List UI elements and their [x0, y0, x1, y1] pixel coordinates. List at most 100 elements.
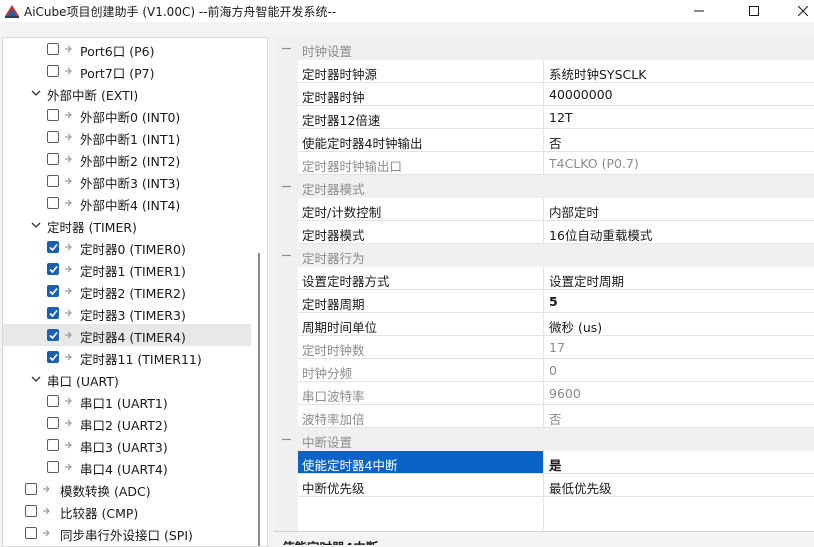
- property-category[interactable]: 定时器行为: [274, 244, 814, 267]
- property-category[interactable]: 中断设置: [274, 428, 814, 451]
- maximize-button[interactable]: [731, 0, 777, 22]
- tree-item[interactable]: 模数转换 (ADC): [3, 478, 251, 500]
- checkbox[interactable]: [47, 439, 59, 451]
- tree-item[interactable]: 外部中断2 (INT2): [3, 148, 251, 170]
- arrow-right-icon: [43, 485, 50, 493]
- checkbox[interactable]: [47, 395, 59, 407]
- property-value[interactable]: 最低优先级: [549, 478, 612, 497]
- property-category[interactable]: 定时器模式: [274, 175, 814, 198]
- checkbox[interactable]: [47, 197, 59, 209]
- tree-item[interactable]: 外部中断3 (INT3): [3, 170, 251, 192]
- property-value[interactable]: 12T: [549, 110, 573, 125]
- checkbox[interactable]: [47, 461, 59, 473]
- tree-scrollbar[interactable]: [258, 253, 260, 546]
- property-row[interactable]: 定时器时钟源 系统时钟SYSCLK: [298, 60, 814, 83]
- checkbox[interactable]: [47, 417, 59, 429]
- check-icon: [49, 331, 58, 340]
- checkbox[interactable]: [47, 131, 59, 143]
- property-value[interactable]: 40000000: [549, 87, 613, 102]
- tree-item-label: 定时器0 (TIMER0): [80, 242, 186, 257]
- property-row[interactable]: 定时器时钟 40000000: [298, 83, 814, 106]
- tree-item[interactable]: 定时器1 (TIMER1): [3, 258, 251, 280]
- property-category[interactable]: 时钟设置: [274, 37, 814, 60]
- window-title: AiCube项目创建助手 (V1.00C) --前海方舟智能开发系统--: [24, 5, 337, 19]
- property-row[interactable]: 定时器周期 5: [298, 290, 814, 313]
- arrow-right-icon: [65, 353, 72, 361]
- property-value[interactable]: 5: [549, 294, 558, 309]
- checkbox[interactable]: [47, 43, 59, 55]
- checkbox[interactable]: [47, 153, 59, 165]
- property-value[interactable]: 内部定时: [549, 202, 599, 221]
- tree-item[interactable]: 串口2 (UART2): [3, 412, 251, 434]
- property-value[interactable]: 系统时钟SYSCLK: [549, 64, 646, 83]
- close-button[interactable]: [780, 0, 814, 22]
- collapse-icon[interactable]: [282, 251, 291, 260]
- property-name: 定时器周期: [302, 297, 365, 312]
- grid-gutter: [274, 37, 298, 532]
- property-grid[interactable]: 时钟设置 定时器时钟源 系统时钟SYSCLK 定时器时钟 40000000 定时器12倍速…: [274, 37, 814, 532]
- collapse-icon[interactable]: [282, 435, 291, 444]
- property-value[interactable]: 设置定时周期: [549, 271, 624, 290]
- tree-item[interactable]: 串口1 (UART1): [3, 390, 251, 412]
- tree-item-label: 定时器3 (TIMER3): [80, 308, 186, 323]
- property-row[interactable]: 定时/计数控制 内部定时: [298, 198, 814, 221]
- property-value[interactable]: 是: [549, 455, 562, 474]
- property-value[interactable]: 否: [549, 133, 562, 152]
- property-value[interactable]: 16位自动重载模式: [549, 225, 652, 244]
- checkbox[interactable]: [25, 527, 37, 539]
- property-row[interactable]: 使能定时器4时钟输出 否: [298, 129, 814, 152]
- property-value: T4CLKO (P0.7): [549, 156, 639, 171]
- tree-group[interactable]: 定时器 (TIMER): [3, 214, 251, 236]
- checkbox[interactable]: [47, 351, 59, 363]
- property-name: 定时/计数控制: [302, 205, 382, 220]
- tree-item-label: 外部中断1 (INT1): [80, 132, 181, 147]
- property-row[interactable]: 使能定时器4中断 是: [298, 451, 814, 474]
- property-value[interactable]: 微秒 (us): [549, 317, 602, 336]
- tree-item[interactable]: 比较器 (CMP): [3, 500, 251, 522]
- chevron-down-icon[interactable]: [31, 374, 41, 384]
- tree-item[interactable]: 定时器2 (TIMER2): [3, 280, 251, 302]
- checkbox[interactable]: [47, 65, 59, 77]
- checkbox[interactable]: [47, 285, 59, 297]
- arrow-right-icon: [65, 177, 72, 185]
- checkbox[interactable]: [25, 483, 37, 495]
- chevron-down-icon[interactable]: [31, 88, 41, 98]
- tree-item[interactable]: 外部中断4 (INT4): [3, 192, 251, 214]
- checkbox[interactable]: [47, 241, 59, 253]
- tree-item[interactable]: 串口3 (UART3): [3, 434, 251, 456]
- tree-item-label: 外部中断 (EXTI): [47, 88, 139, 103]
- property-name: 周期时间单位: [302, 320, 378, 335]
- property-name: 波特率加倍: [302, 412, 365, 427]
- tree-group[interactable]: 串口 (UART): [3, 368, 251, 390]
- checkbox[interactable]: [47, 329, 59, 341]
- collapse-icon[interactable]: [282, 182, 291, 191]
- tree-item[interactable]: 串口4 (UART4): [3, 456, 251, 478]
- tree-group[interactable]: 外部中断 (EXTI): [3, 82, 251, 104]
- checkbox[interactable]: [47, 307, 59, 319]
- tree-item[interactable]: 定时器0 (TIMER0): [3, 236, 251, 258]
- property-row[interactable]: 中断优先级 最低优先级: [298, 474, 814, 497]
- checkbox[interactable]: [47, 109, 59, 121]
- chevron-down-icon[interactable]: [31, 220, 41, 230]
- tree-item[interactable]: 外部中断0 (INT0): [3, 104, 251, 126]
- tree-item-label: 同步串行外设接口 (SPI): [60, 528, 193, 543]
- property-row[interactable]: 定时器模式 16位自动重载模式: [298, 221, 814, 244]
- checkbox[interactable]: [47, 263, 59, 275]
- tree-item[interactable]: 定时器3 (TIMER3): [3, 302, 251, 324]
- peripheral-tree[interactable]: Port6口 (P6) Port7口 (P7) 外部中断 (EXTI) 外部中断0 (…: [2, 37, 268, 547]
- tree-item[interactable]: Port6口 (P6): [3, 38, 251, 60]
- tree-item[interactable]: 同步串行外设接口 (SPI): [3, 522, 251, 544]
- checkbox[interactable]: [25, 505, 37, 517]
- category-label: 时钟设置: [302, 44, 353, 59]
- tree-item[interactable]: 定时器11 (TIMER11): [3, 346, 251, 368]
- tree-item[interactable]: 定时器4 (TIMER4): [3, 324, 251, 346]
- minimize-button[interactable]: [676, 0, 722, 22]
- property-row[interactable]: 定时器12倍速 12T: [298, 106, 814, 129]
- checkbox[interactable]: [47, 175, 59, 187]
- tree-item[interactable]: Port7口 (P7): [3, 60, 251, 82]
- property-row[interactable]: 周期时间单位 微秒 (us): [298, 313, 814, 336]
- property-row[interactable]: 设置定时器方式 设置定时周期: [298, 267, 814, 290]
- tree-item[interactable]: 外部中断1 (INT1): [3, 126, 251, 148]
- collapse-icon[interactable]: [282, 44, 291, 53]
- check-icon: [49, 243, 58, 252]
